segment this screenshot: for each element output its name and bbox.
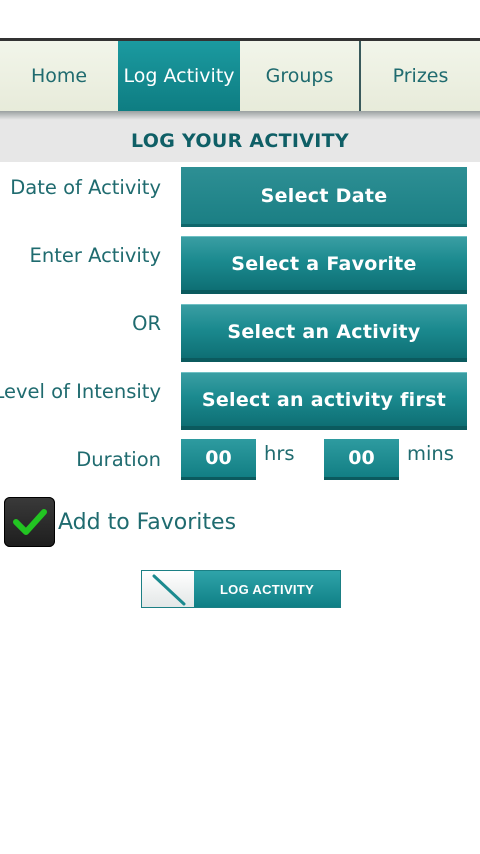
tab-home[interactable]: Home	[0, 41, 118, 111]
select-activity-button-label: Select an Activity	[227, 320, 421, 343]
select-activity-button[interactable]: Select an Activity	[181, 304, 467, 362]
tab-log-activity[interactable]: Log Activity	[118, 41, 240, 111]
check-icon	[12, 509, 47, 535]
log-activity-screen: Home Log Activity Groups Prizes LOG YOUR…	[0, 0, 480, 854]
tab-prizes[interactable]: Prizes	[359, 41, 480, 111]
tab-groups[interactable]: Groups	[240, 41, 359, 111]
minutes-input[interactable]: 00	[324, 439, 399, 480]
select-intensity-button-label: Select an activity first	[201, 388, 447, 411]
log-activity-button-label: LOG ACTIVITY	[219, 581, 315, 597]
select-favorite-button[interactable]: Select a Favorite	[181, 236, 467, 294]
or-label: OR	[132, 312, 161, 335]
select-favorite-button-label: Select a Favorite	[231, 252, 417, 275]
favorites-checkbox[interactable]	[4, 497, 55, 547]
tab-groups-label: Groups	[265, 65, 334, 87]
select-date-button-label: Select Date	[260, 185, 388, 207]
hours-input[interactable]: 00	[181, 439, 256, 480]
select-intensity-button[interactable]: Select an activity first	[181, 372, 467, 430]
duration-label: Duration	[76, 448, 161, 471]
favorites-label: Add to Favorites	[58, 510, 237, 535]
log-activity-button[interactable]: LOG ACTIVITY	[141, 570, 341, 608]
hours-unit: hrs	[264, 442, 295, 465]
intensity-label: Level of Intensity	[0, 380, 161, 403]
tab-home-label: Home	[30, 65, 88, 87]
page-title: LOG YOUR ACTIVITY	[0, 120, 480, 162]
tab-prizes-label: Prizes	[392, 65, 449, 87]
minutes-unit: mins	[407, 442, 454, 465]
tab-log-activity-label: Log Activity	[123, 65, 235, 87]
date-label: Date of Activity	[10, 176, 161, 199]
enter-activity-label: Enter Activity	[29, 244, 161, 267]
select-date-button[interactable]: Select Date	[181, 167, 467, 227]
pencil-icon	[142, 571, 194, 607]
tab-bar: Home Log Activity Groups Prizes	[0, 38, 480, 120]
